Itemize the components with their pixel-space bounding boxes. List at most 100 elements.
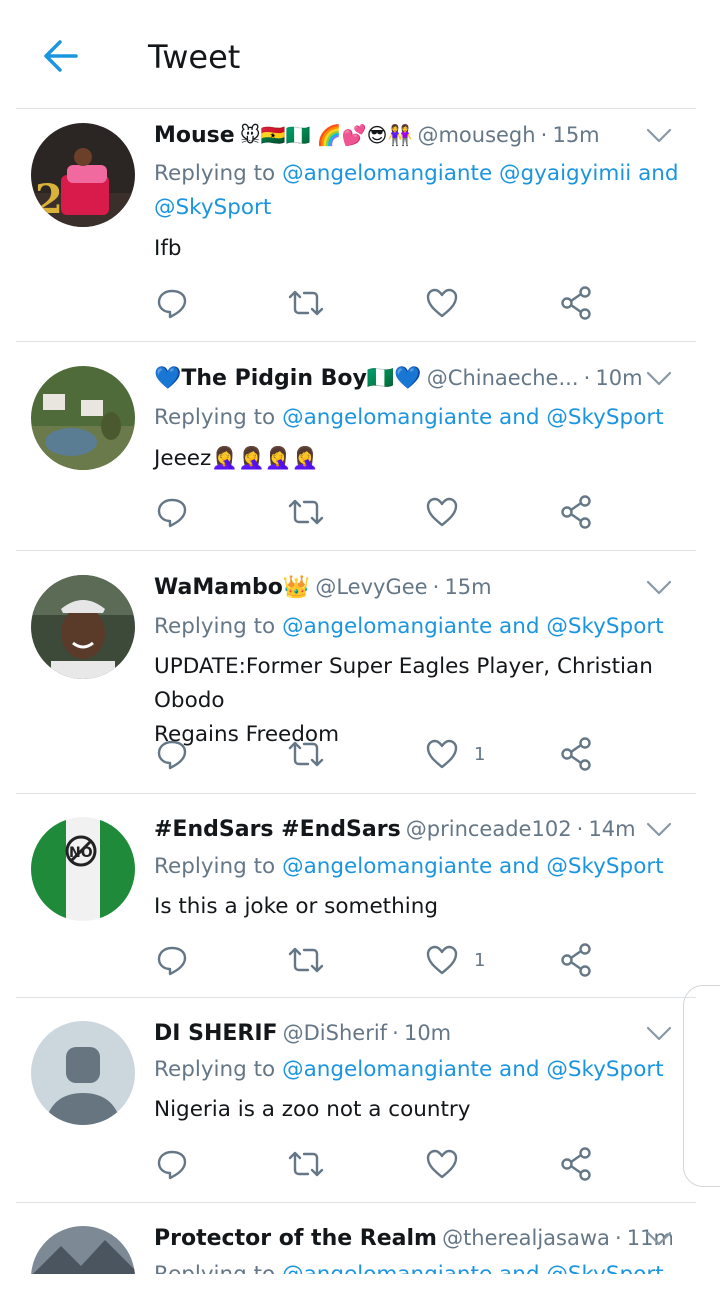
reply-tweet[interactable]: 💙The Pidgin Boy🇳🇬💙 @Chinaeche... · 10m R…	[0, 352, 720, 549]
share-icon	[561, 1147, 591, 1181]
share-button[interactable]	[558, 734, 594, 774]
like-button[interactable]	[424, 283, 474, 323]
username[interactable]: @princeade102	[406, 817, 572, 841]
tweet-header: 💙The Pidgin Boy🇳🇬💙 @Chinaeche... · 10m	[154, 366, 672, 400]
avatar[interactable]	[31, 1226, 135, 1274]
like-count: 1	[474, 949, 486, 971]
display-name[interactable]: WaMambo👑	[154, 575, 310, 600]
tweet-actions	[154, 492, 614, 532]
retweet-button[interactable]	[286, 283, 326, 323]
back-button[interactable]	[38, 34, 86, 78]
like-button[interactable]: 1	[424, 940, 485, 980]
tweet-header: #EndSars #EndSars @princeade102 · 14m	[154, 817, 672, 851]
timestamp[interactable]: 10m	[595, 366, 642, 390]
replying-label: Replying to	[154, 161, 276, 186]
mention-link[interactable]: @SkySport	[546, 405, 663, 430]
username[interactable]: @mousegh	[417, 123, 535, 147]
retweet-button[interactable]	[286, 734, 326, 774]
replying-label: Replying to	[154, 1262, 275, 1274]
mention-link[interactable]: @SkySport	[546, 1262, 663, 1274]
username[interactable]: @DiSherif	[283, 1021, 387, 1045]
chevron-down-icon[interactable]	[646, 1025, 672, 1043]
mention-link[interactable]: @angelomangiante	[282, 614, 492, 639]
chevron-down-icon[interactable]	[646, 370, 672, 388]
retweet-button[interactable]	[286, 940, 326, 980]
share-button[interactable]	[558, 1144, 594, 1184]
mention-link[interactable]: @SkySport	[154, 195, 271, 220]
tweet-actions	[154, 1144, 614, 1184]
chevron-down-icon[interactable]	[646, 127, 672, 145]
and-word: and	[499, 854, 540, 879]
tweet-actions: 1	[154, 734, 614, 774]
display-name[interactable]: DI SHERIF	[154, 1021, 278, 1046]
avatar[interactable]	[31, 575, 135, 679]
and-word: and	[499, 614, 540, 639]
like-button[interactable]: 1	[424, 734, 485, 774]
chevron-down-icon[interactable]	[646, 579, 672, 597]
display-name[interactable]: Mouse	[154, 123, 235, 148]
mention-link[interactable]: @angelomangiante	[282, 405, 492, 430]
retweet-icon	[288, 947, 324, 973]
tweet-header: Protector of the Realm @therealjasawa · …	[154, 1226, 672, 1260]
reply-button[interactable]	[154, 734, 190, 774]
reply-icon	[157, 289, 187, 319]
tweet-text-line: UPDATE:Former Super Eagles Player, Chris…	[154, 654, 653, 713]
timestamp[interactable]: 15m	[444, 575, 491, 599]
replying-label: Replying to	[154, 1057, 276, 1082]
reply-icon	[157, 740, 187, 770]
reply-tweet[interactable]: DI SHERIF @DiSherif · 10m Replying to @a…	[0, 1007, 720, 1202]
username[interactable]: @Chinaeche...	[427, 366, 579, 390]
username[interactable]: @therealjasawa	[442, 1226, 610, 1250]
chevron-down-icon[interactable]	[646, 1230, 672, 1248]
divider	[16, 997, 696, 998]
reply-icon	[157, 946, 187, 976]
replying-to: Replying to @angelomangiante and @SkySpo…	[154, 850, 690, 884]
chevron-down-icon[interactable]	[646, 821, 672, 839]
replying-label: Replying to	[154, 405, 276, 430]
tweet-text: Is this a joke or something	[154, 894, 438, 919]
avatar[interactable]: NO	[31, 817, 135, 921]
avatar[interactable]	[31, 1021, 135, 1125]
display-name[interactable]: Protector of the Realm	[154, 1226, 437, 1251]
reply-button[interactable]	[154, 492, 190, 532]
avatar[interactable]	[31, 366, 135, 470]
share-button[interactable]	[558, 492, 594, 532]
reply-button[interactable]	[154, 940, 190, 980]
reply-button[interactable]	[154, 1144, 190, 1184]
mention-link[interactable]: @angelomangiante @gyaigyimii	[282, 161, 631, 186]
separator-dot: ·	[576, 817, 584, 841]
share-button[interactable]	[558, 283, 594, 323]
mention-link[interactable]: @angelomangiante	[282, 854, 492, 879]
display-name[interactable]: #EndSars #EndSars	[154, 817, 401, 842]
mention-link[interactable]: @SkySport	[546, 854, 663, 879]
tweet-text: Jeeez🤦‍♀️🤦‍♀️🤦‍♀️🤦‍♀️	[154, 446, 319, 471]
scrollbar[interactable]	[683, 985, 720, 1187]
mention-link[interactable]: @angelomangiante	[282, 1057, 492, 1082]
display-name[interactable]: 💙The Pidgin Boy🇳🇬💙	[154, 366, 422, 391]
timestamp[interactable]: 15m	[552, 123, 599, 147]
timestamp[interactable]: 10m	[404, 1021, 451, 1045]
reply-icon	[157, 1150, 187, 1180]
mention-link[interactable]: @angelomangiante	[282, 1262, 492, 1274]
top-bar: Tweet	[0, 0, 720, 108]
timestamp[interactable]: 14m	[588, 817, 635, 841]
retweet-button[interactable]	[286, 492, 326, 532]
mention-link[interactable]: @SkySport	[546, 1057, 663, 1082]
reply-tweet[interactable]: 2 Mouse 🐭🇬🇭🇳🇬 🌈💕😎👭 @mousegh · 15m Replyi…	[0, 109, 720, 341]
username[interactable]: @LevyGee	[315, 575, 427, 599]
reply-tweet[interactable]: WaMambo👑 @LevyGee · 15m Replying to @ang…	[0, 561, 720, 793]
divider	[16, 341, 696, 342]
avatar[interactable]: 2	[31, 123, 135, 227]
reply-tweet[interactable]: NO #EndSars #EndSars @princeade102 · 14m…	[0, 803, 720, 998]
heart-icon	[426, 1149, 458, 1179]
retweet-icon	[288, 499, 324, 525]
reply-button[interactable]	[154, 283, 190, 323]
like-button[interactable]	[424, 1144, 474, 1184]
retweet-button[interactable]	[286, 1144, 326, 1184]
mention-link[interactable]: @SkySport	[546, 614, 663, 639]
share-button[interactable]	[558, 940, 594, 980]
and-word: and	[499, 1057, 540, 1082]
svg-text:2: 2	[35, 176, 63, 223]
like-button[interactable]	[424, 492, 474, 532]
reply-tweet[interactable]: Protector of the Realm @therealjasawa · …	[0, 1212, 720, 1274]
